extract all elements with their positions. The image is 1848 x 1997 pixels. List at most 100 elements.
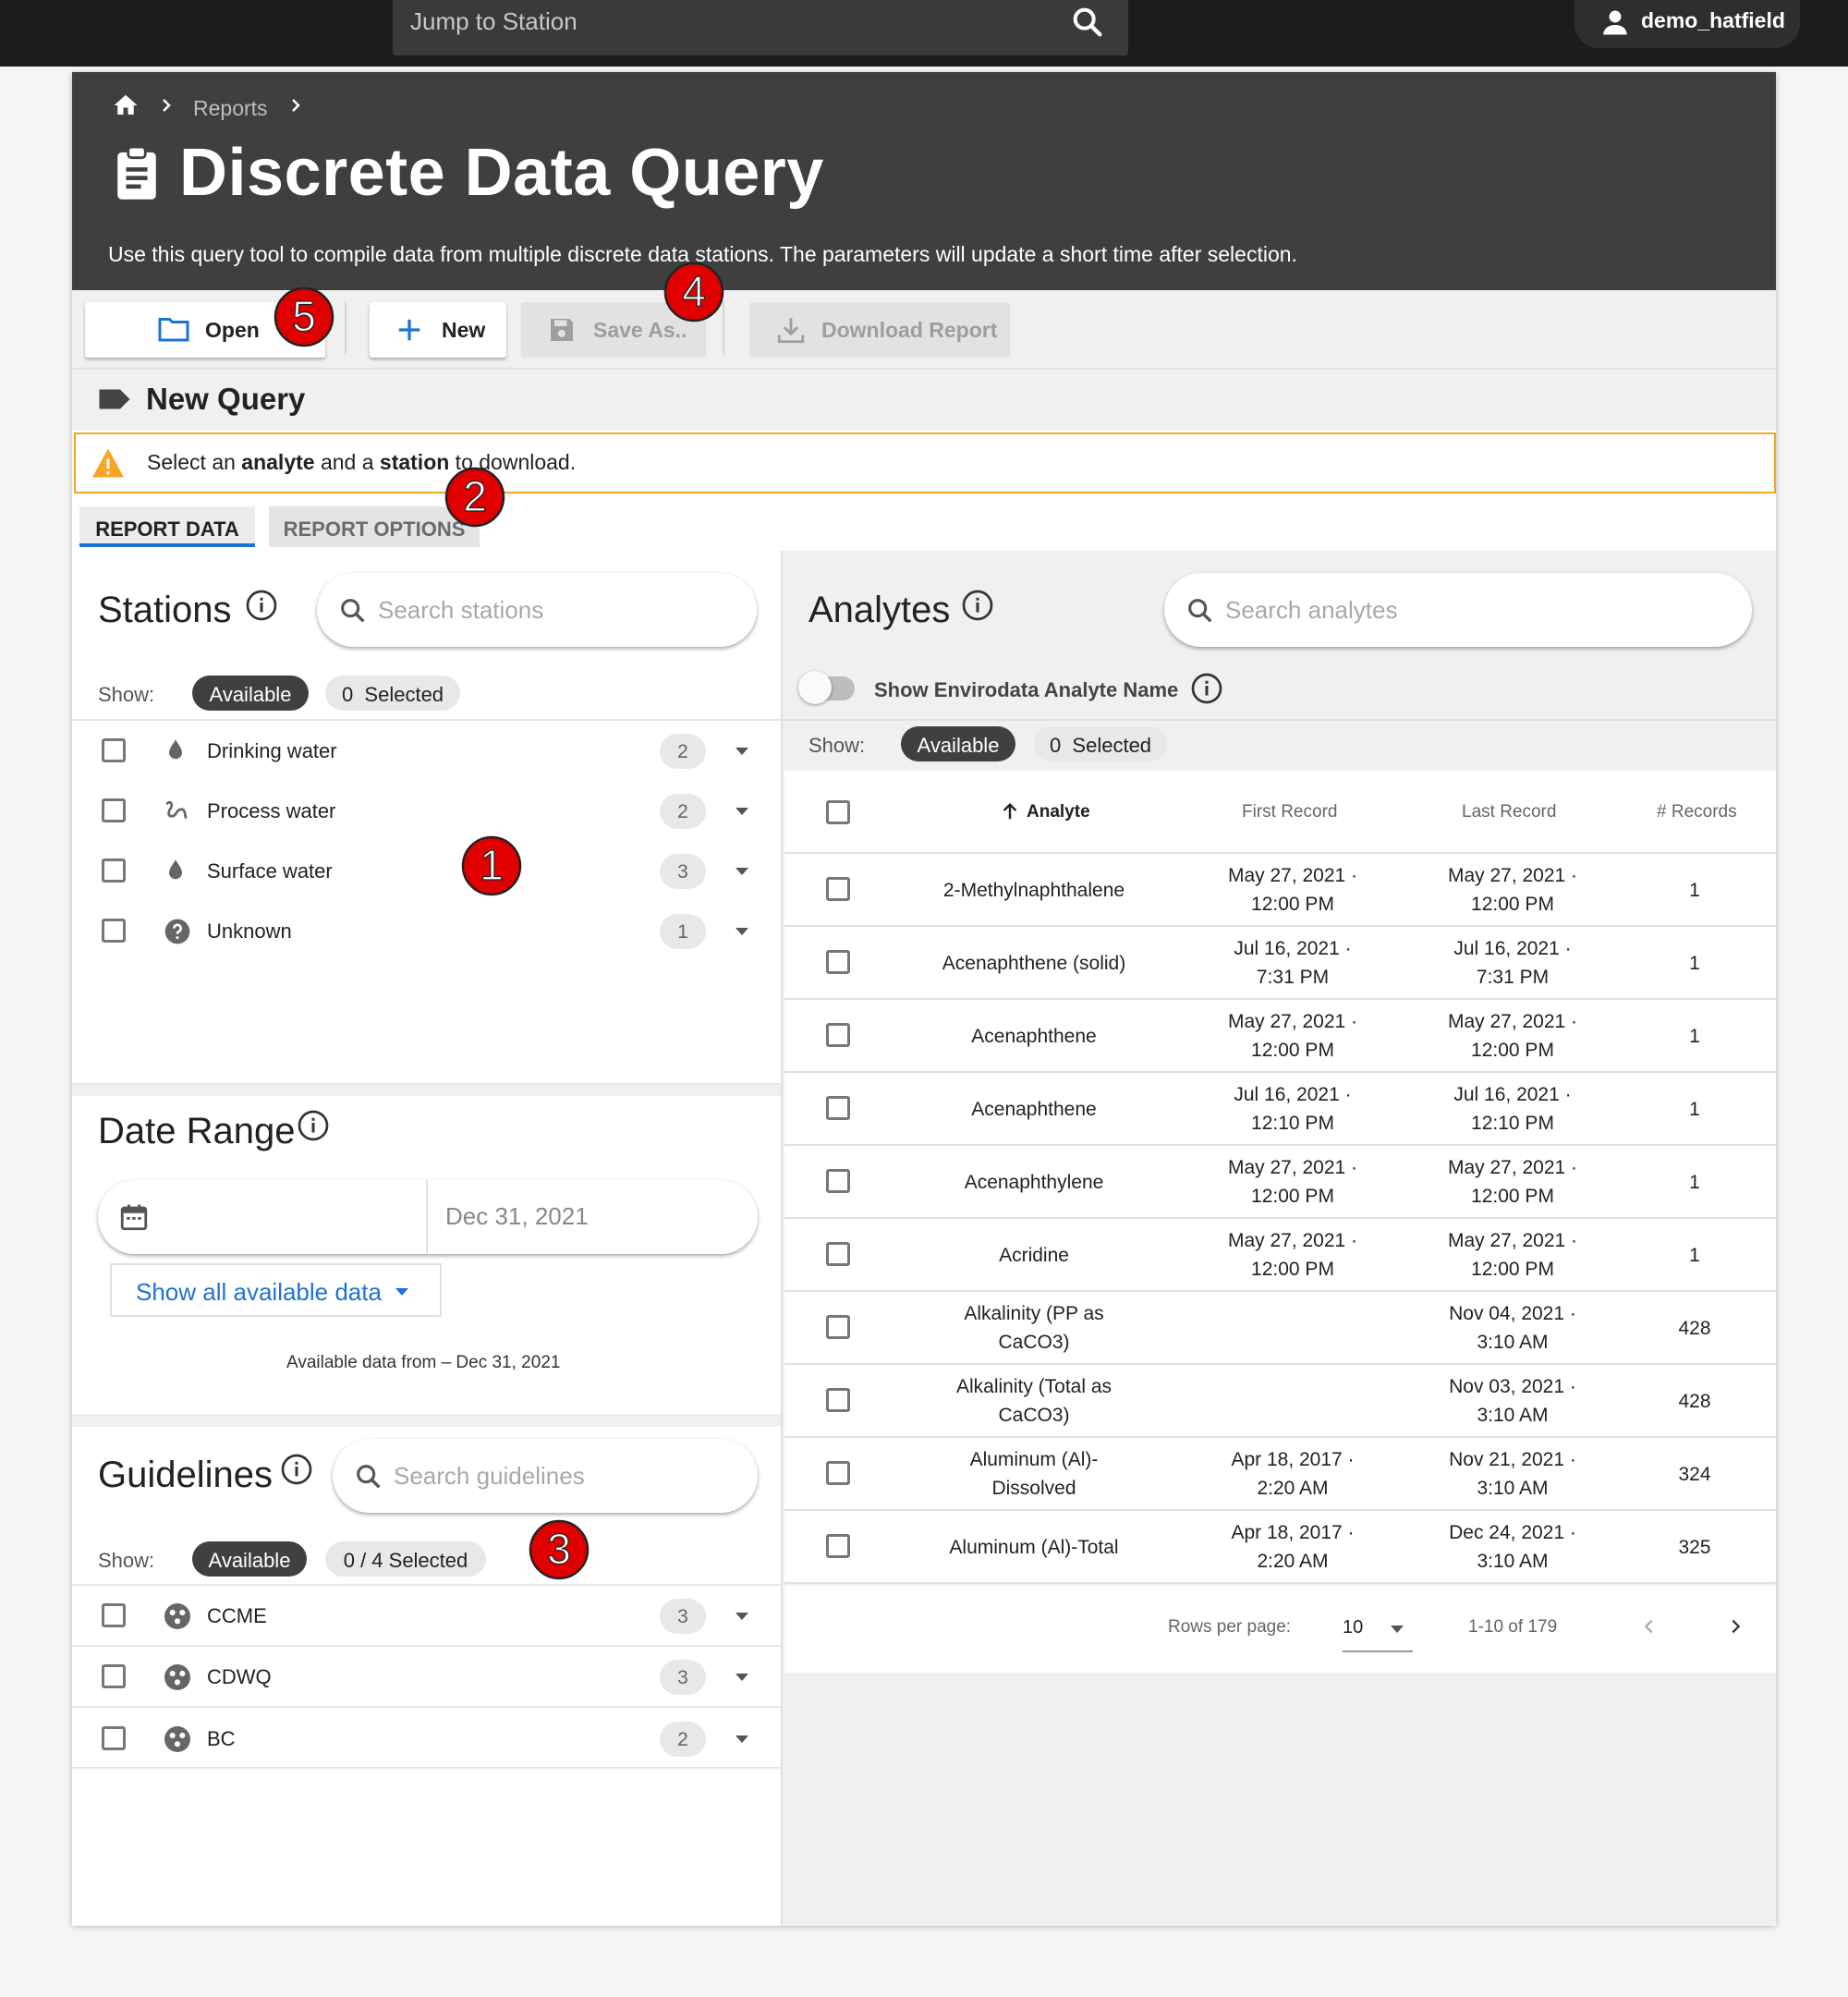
section-separator — [72, 1083, 781, 1096]
last-record: May 27, 2021 · 12:00 PM — [1447, 865, 1578, 915]
annotation-badge-5: 5 — [274, 286, 334, 347]
guideline-row[interactable]: CDWQ 3 — [72, 1646, 781, 1706]
checkbox[interactable] — [826, 1096, 850, 1120]
guideline-label: BC — [207, 1727, 236, 1750]
checkbox[interactable] — [826, 1242, 850, 1266]
stations-available-chip[interactable]: Available — [192, 676, 309, 711]
guideline-row[interactable]: BC 2 — [72, 1708, 781, 1768]
chevron-down-icon[interactable] — [734, 747, 750, 756]
search-analytes-input[interactable]: Search analytes — [1225, 596, 1397, 625]
table-row[interactable]: Acenaphthene May 27, 2021 · 12:00 PM May … — [784, 1000, 1776, 1073]
table-row[interactable]: Acridine May 27, 2021 · 12:00 PM May 27, … — [784, 1219, 1776, 1292]
info-icon[interactable] — [297, 1109, 330, 1142]
column-header-analyte[interactable]: Analyte — [1027, 802, 1090, 822]
table-row[interactable]: Alkalinity (PP as CaCO3) Nov 04, 2021 · 3:… — [784, 1292, 1776, 1365]
jump-to-station-input[interactable]: Jump to Station — [410, 7, 578, 36]
chevron-right-icon[interactable] — [1725, 1613, 1745, 1639]
svg-text:5: 5 — [292, 292, 316, 340]
tab-report-data[interactable]: REPORT DATA — [79, 506, 255, 547]
show-all-data-dropdown[interactable]: Show all available data — [110, 1263, 442, 1317]
info-icon[interactable] — [245, 589, 278, 622]
search-stations-field[interactable]: Search stations — [317, 573, 757, 647]
checkbox[interactable] — [826, 1023, 850, 1047]
date-range-picker[interactable]: Dec 31, 2021 — [98, 1180, 758, 1254]
checkbox[interactable] — [102, 1664, 126, 1688]
end-date-field[interactable]: Dec 31, 2021 — [445, 1202, 589, 1231]
table-row[interactable]: Acenaphthylene May 27, 2021 · 12:00 PM Ma… — [784, 1146, 1776, 1219]
checkbox[interactable] — [102, 798, 126, 822]
date-range-title: Date Range — [98, 1111, 296, 1151]
search-analytes-field[interactable]: Search analytes — [1164, 573, 1752, 647]
alert-message: Select an analyte and a station to downl… — [147, 450, 577, 474]
analytes-available-chip[interactable]: Available — [901, 726, 1015, 761]
chevron-down-icon[interactable] — [734, 867, 750, 876]
checkbox[interactable] — [102, 738, 126, 762]
arrow-up-icon[interactable] — [1000, 800, 1020, 822]
info-icon[interactable] — [1190, 672, 1223, 705]
chevron-down-icon[interactable] — [734, 927, 750, 936]
checkbox[interactable] — [826, 950, 850, 974]
station-row[interactable]: Process water 2 — [72, 780, 781, 840]
search-guidelines-field[interactable]: Search guidelines — [333, 1439, 758, 1513]
rows-per-page-select[interactable]: 10 — [1343, 1606, 1413, 1652]
calendar-icon[interactable] — [118, 1200, 150, 1234]
search-stations-input[interactable]: Search stations — [378, 596, 543, 625]
guidelines-available-chip[interactable]: Available — [192, 1541, 307, 1577]
chevron-down-icon[interactable] — [734, 807, 750, 816]
station-row[interactable]: Unknown 1 — [72, 900, 781, 960]
info-icon[interactable] — [280, 1453, 313, 1486]
info-icon[interactable] — [961, 589, 994, 622]
user-name: demo_hatfield — [1641, 8, 1785, 32]
station-row[interactable]: Surface water 3 — [72, 840, 781, 900]
search-icon[interactable] — [1069, 4, 1106, 41]
checkbox[interactable] — [102, 1726, 126, 1750]
checkbox[interactable] — [826, 1315, 850, 1339]
query-name-row: New Query — [72, 370, 1776, 431]
search-icon — [337, 595, 369, 627]
table-row[interactable]: Alkalinity (Total as CaCO3) Nov 03, 2021 … — [784, 1365, 1776, 1438]
column-header-last-record[interactable]: Last Record — [1462, 802, 1556, 822]
last-record: May 27, 2021 · 12:00 PM — [1447, 1157, 1578, 1207]
new-button[interactable]: New — [370, 302, 506, 358]
download-icon — [775, 314, 807, 346]
chevron-down-icon[interactable] — [734, 1735, 750, 1744]
records-count: 428 — [1678, 1318, 1711, 1339]
table-row[interactable]: Aluminum (Al)- Dissolved Apr 18, 2017 · 2:… — [784, 1438, 1776, 1511]
divider — [783, 719, 1776, 721]
station-row[interactable]: Drinking water 2 — [72, 720, 781, 780]
water-drop-icon — [163, 857, 188, 884]
guideline-row[interactable]: CCME 3 — [72, 1585, 781, 1645]
column-header-first-record[interactable]: First Record — [1242, 802, 1337, 822]
checkbox[interactable] — [826, 1388, 850, 1412]
checkbox[interactable] — [102, 858, 126, 883]
checkbox[interactable] — [826, 877, 850, 901]
toggle-label: Show Envirodata Analyte Name — [874, 678, 1179, 701]
select-all-checkbox[interactable] — [826, 800, 850, 824]
checkbox[interactable] — [826, 1461, 850, 1485]
guideline-label: CDWQ — [207, 1665, 272, 1688]
analytes-selected-chip[interactable]: 0 Selected — [1034, 726, 1167, 761]
toggle-thumb[interactable] — [798, 671, 832, 704]
home-icon[interactable] — [112, 91, 140, 119]
chevron-down-icon[interactable] — [734, 1673, 750, 1682]
user-menu-button[interactable]: demo_hatfield — [1574, 0, 1800, 48]
guideline-label: CCME — [207, 1604, 267, 1627]
jump-to-station-search[interactable]: Jump to Station — [393, 0, 1128, 55]
chevron-left-icon[interactable] — [1639, 1613, 1660, 1639]
checkbox[interactable] — [826, 1169, 850, 1193]
download-report-button[interactable]: Download Report — [749, 302, 1010, 358]
table-row[interactable]: Aluminum (Al)-Total Apr 18, 2017 · 2:20 A… — [784, 1511, 1776, 1584]
search-guidelines-input[interactable]: Search guidelines — [394, 1462, 585, 1491]
table-row[interactable]: Acenaphthene Jul 16, 2021 · 12:10 PM Jul … — [784, 1073, 1776, 1146]
stations-selected-chip[interactable]: 0 Selected — [325, 676, 460, 711]
checkbox[interactable] — [102, 919, 126, 943]
guidelines-selected-chip[interactable]: 0 / 4 Selected — [325, 1541, 486, 1577]
checkbox[interactable] — [826, 1534, 850, 1558]
column-header-records[interactable]: # Records — [1657, 802, 1737, 822]
chevron-down-icon[interactable] — [734, 1612, 750, 1621]
records-count: 1 — [1689, 1099, 1700, 1120]
checkbox[interactable] — [102, 1603, 126, 1627]
table-row[interactable]: Acenaphthene (solid) Jul 16, 2021 · 7:31 … — [784, 927, 1776, 1000]
table-row[interactable]: 2-Methylnaphthalene May 27, 2021 · 12:00 … — [784, 854, 1776, 927]
breadcrumb-reports[interactable]: Reports — [193, 96, 268, 121]
